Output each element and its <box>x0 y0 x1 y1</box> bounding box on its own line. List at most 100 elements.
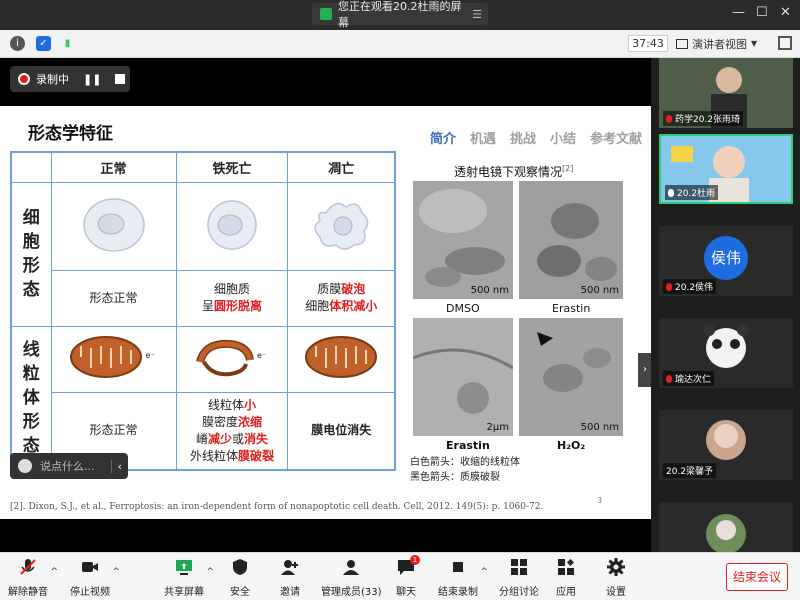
stop-recording-icon <box>453 562 463 572</box>
fullscreen-icon[interactable] <box>778 36 792 50</box>
meeting-timer: 37:43 <box>628 35 668 52</box>
participant-gallery: 药学20.2张雨琦 20.2杜雨 侯伟 20.2侯伟 瑜达次仁 20.2梁馨予 <box>651 58 800 552</box>
participant-tile[interactable] <box>659 502 793 552</box>
chevron-up-icon[interactable]: ^ <box>206 567 214 577</box>
unmute-button[interactable]: 解除静音 ^ <box>8 557 58 598</box>
scale-bar-label: 500 nm <box>580 285 619 296</box>
em-image-erastin-1: 500 nm <box>519 181 623 299</box>
apps-icon <box>558 559 574 575</box>
desc-line: 嵴减少或消失 <box>177 431 288 448</box>
row-label-text: 细胞形态 <box>22 208 40 300</box>
shield-icon[interactable]: ✓ <box>36 36 51 51</box>
apoptosis-cell-image <box>314 202 369 250</box>
security-label: 安全 <box>230 587 250 598</box>
invite-label: 邀请 <box>280 587 300 598</box>
participant-tile[interactable]: 侯伟 20.2侯伟 <box>659 226 793 296</box>
participant-tile-active[interactable]: 20.2杜雨 <box>659 134 793 204</box>
view-mode-selector[interactable]: 演讲者视图 ▼ <box>676 35 757 52</box>
desc-text: 嵴 <box>195 431 208 446</box>
ferroptosis-cell-image <box>207 200 257 250</box>
info-icon[interactable]: i <box>10 36 25 51</box>
stop-recording-icon[interactable] <box>115 74 126 84</box>
ferroptosis-mitochondrion-image <box>195 339 254 377</box>
menu-icon[interactable]: ☰ <box>472 8 482 21</box>
quick-chat-input[interactable]: 说点什么... ‹ <box>10 453 128 479</box>
em-label-dmso: DMSO <box>446 302 480 315</box>
chevron-up-icon[interactable]: ^ <box>50 567 58 577</box>
chat-placeholder: 说点什么... <box>40 460 95 473</box>
end-recording-button[interactable]: 结束录制 ^ <box>438 557 488 598</box>
cell-image-apoptosis <box>287 181 396 271</box>
em-label-erastin-bottom: Erastin <box>446 439 490 452</box>
chevron-left-icon[interactable]: ‹ <box>110 459 122 473</box>
table-corner <box>10 151 52 183</box>
em-label-erastin-top: Erastin <box>552 302 591 315</box>
stop-video-label: 停止视频 <box>70 587 110 598</box>
electron-label: e⁻ <box>145 350 155 360</box>
participant-tile[interactable]: 20.2梁馨予 <box>659 410 793 480</box>
desc-text: 外线粒体 <box>189 448 238 463</box>
participant-tile[interactable]: 瑜达次仁 <box>659 318 793 388</box>
slide-nav-tabs: 简介 机遇 挑战 小结 参考文献 <box>430 128 642 147</box>
meeting-controls: 解除静音 ^ 停止视频 ^ 共享屏幕 ^ 安全 邀请 管理成员(33) 1 聊天… <box>0 552 800 600</box>
view-mode-label: 演讲者视图 <box>692 37 747 51</box>
emoji-icon[interactable] <box>18 459 32 473</box>
close-icon[interactable]: ✕ <box>780 5 791 20</box>
nav-tab-summary: 小结 <box>550 132 577 147</box>
maximize-icon[interactable]: ☐ <box>756 5 768 20</box>
signal-icon[interactable]: ▮ <box>60 36 75 51</box>
minimize-icon[interactable]: — <box>732 5 745 20</box>
normal-mitochondrion-image <box>70 336 143 378</box>
apps-button[interactable]: 应用 <box>556 557 576 598</box>
participant-name: 20.2侯伟 <box>663 279 717 294</box>
stop-video-button[interactable]: 停止视频 ^ <box>70 557 120 598</box>
participant-name-text: 20.2梁馨予 <box>666 467 714 477</box>
desc-highlight: 消失 <box>244 431 269 446</box>
invite-button[interactable]: 邀请 <box>280 557 300 598</box>
participants-button[interactable]: 管理成员(33) <box>321 557 382 598</box>
cell-image-normal <box>50 181 177 271</box>
meeting-toolbar: i ✓ ▮ 37:43 演讲者视图 ▼ <box>0 30 800 58</box>
mic-muted-icon <box>666 282 672 291</box>
chevron-down-icon: ▼ <box>751 39 758 48</box>
mito-image-apoptosis <box>287 325 396 393</box>
pause-recording-icon[interactable]: ❚❚ <box>83 73 101 86</box>
chat-badge: 1 <box>410 555 420 565</box>
desc-apoptosis: 质膜破泡 细胞体积减小 <box>287 269 396 327</box>
screen-share-notice[interactable]: 您正在观看20.2杜雨的屏幕 ☰ <box>312 0 488 29</box>
header-apoptosis: 凋亡 <box>287 151 396 183</box>
share-notice-text: 您正在观看20.2杜雨的屏幕 <box>337 0 462 29</box>
chevron-up-icon[interactable]: ^ <box>480 567 488 577</box>
shared-screen: 录制中 ❚❚ 形态学特征 简介 机遇 挑战 小结 参考文献 正常 铁死亡 凋亡 … <box>0 58 652 552</box>
mito-desc-apoptosis: 膜电位消失 <box>287 391 396 471</box>
desc-highlight: 膜破裂 <box>238 448 275 463</box>
desc-line: 细胞质 <box>214 282 251 296</box>
breakout-label: 分组讨论 <box>499 587 539 598</box>
mito-desc-ferroptosis: 线粒体小 膜密度浓缩 嵴减少或消失 外线粒体膜破裂 <box>175 391 289 471</box>
mito-image-normal: e⁻ <box>50 325 177 393</box>
nav-tab-challenge: 挑战 <box>510 132 537 147</box>
participant-tile[interactable]: 药学20.2张雨琦 <box>659 58 793 128</box>
recording-label: 录制中 <box>36 73 69 86</box>
desc-line: 膜密度浓缩 <box>177 414 288 431</box>
em-image-h2o2: 500 nm <box>519 318 623 436</box>
security-button[interactable]: 安全 <box>230 557 250 598</box>
share-screen-button[interactable]: 共享屏幕 ^ <box>164 557 214 598</box>
video-camera-icon <box>82 562 98 572</box>
desc-highlight: 破泡 <box>341 282 366 296</box>
breakout-rooms-button[interactable]: 分组讨论 <box>499 557 539 598</box>
chevron-up-icon[interactable]: ^ <box>112 567 120 577</box>
gallery-toggle-icon[interactable]: › <box>638 353 652 387</box>
desc-text: 线粒体 <box>207 397 244 412</box>
em-title-ref: [2] <box>562 164 574 173</box>
settings-button[interactable]: 设置 <box>606 557 626 598</box>
em-label-h2o2: H₂O₂ <box>557 439 586 452</box>
chat-button[interactable]: 1 聊天 <box>396 555 420 598</box>
em-title: 透射电镜下观察情况[2] <box>454 163 573 180</box>
end-meeting-button[interactable]: 结束会议 <box>726 563 788 591</box>
scale-bar-label: 500 nm <box>580 422 619 433</box>
participant-name-text: 20.2侯伟 <box>675 283 714 293</box>
em-legend-black-arrow: 黑色箭头：质膜破裂 <box>410 472 500 483</box>
desc-highlight: 小 <box>244 397 257 412</box>
mito-image-ferroptosis: e⁻ <box>175 325 289 393</box>
